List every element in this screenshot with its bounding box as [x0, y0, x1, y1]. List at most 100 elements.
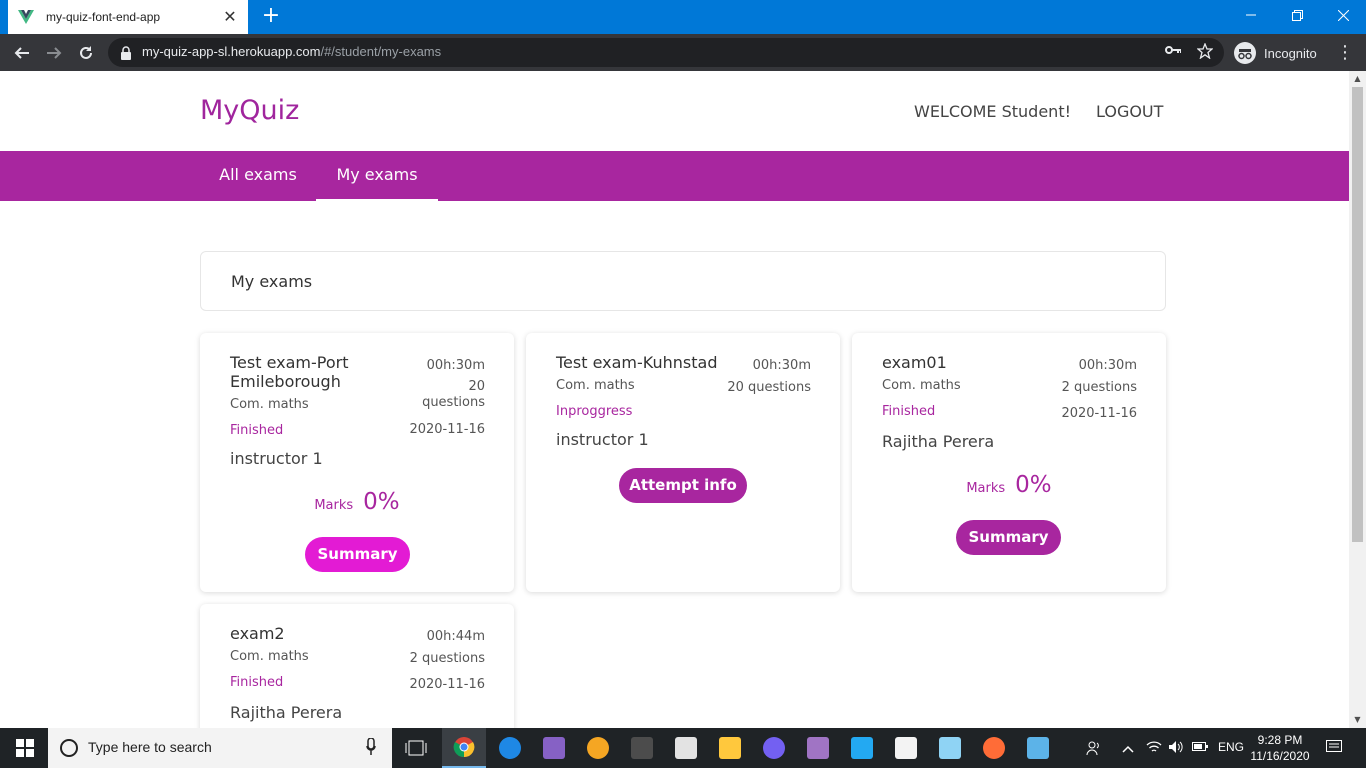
chrome-icon[interactable] — [442, 728, 486, 768]
remote-desktop-icon[interactable] — [1016, 728, 1060, 768]
address-bar[interactable]: my-quiz-app-sl.herokuapp.com/#/student/m… — [108, 38, 1224, 67]
back-arrow-icon[interactable] — [10, 41, 34, 65]
browser-menu-icon[interactable]: ⋮ — [1336, 41, 1354, 65]
microphone-icon[interactable] — [366, 737, 376, 756]
marks-value: 0% — [363, 489, 400, 515]
logout-link[interactable]: LOGOUT — [1096, 102, 1163, 121]
exam-card: exam2 Com. maths Finished Rajitha Perera… — [200, 604, 514, 728]
people-icon[interactable] — [1086, 740, 1102, 759]
tab-all-exams[interactable]: All exams — [200, 151, 316, 201]
exam-question-count: 20 questions — [727, 380, 811, 395]
minimize-button[interactable] — [1228, 0, 1274, 30]
exam-instructor: instructor 1 — [556, 430, 649, 449]
task-view-icon[interactable] — [394, 728, 438, 768]
summary-button[interactable]: Summary — [305, 537, 410, 572]
exam-status: Finished — [230, 423, 284, 438]
exam-title: exam2 — [230, 624, 285, 643]
main-nav: All exams My exams — [0, 151, 1349, 201]
viber-icon[interactable] — [752, 728, 796, 768]
page-scrollbar[interactable]: ▲ ▼ — [1349, 71, 1366, 728]
taskbar-search-box[interactable]: Type here to search — [48, 728, 392, 768]
browser-tab-strip: my-quiz-font-end-app ✕ + — [0, 0, 1366, 34]
settings-gear-icon[interactable] — [576, 728, 620, 768]
attempt-info-button[interactable]: Attempt info — [619, 468, 747, 503]
exam-duration: 00h:30m — [752, 358, 811, 373]
exam-status: Finished — [882, 404, 936, 419]
tab-my-exams[interactable]: My exams — [316, 151, 438, 201]
url-path: /#/student/my-exams — [320, 44, 442, 59]
exam-duration: 00h:44m — [426, 629, 485, 644]
movie-maker-icon[interactable] — [620, 728, 664, 768]
exam-subject: Com. maths — [882, 378, 961, 393]
windows-logo-icon — [16, 739, 34, 757]
exam-marks: Marks 0% — [852, 472, 1166, 498]
vscode-icon[interactable] — [840, 728, 884, 768]
visual-studio-icon[interactable] — [532, 728, 576, 768]
clock-date: 11/16/2020 — [1250, 749, 1310, 763]
notifications-icon[interactable] — [1326, 740, 1342, 757]
exam-question-count: 2 questions — [1061, 380, 1137, 395]
exam-card: Test exam-Kuhnstad Com. maths Inproggres… — [526, 333, 840, 592]
page-content: MyQuiz WELCOME Student! LOGOUT All exams… — [0, 71, 1349, 728]
file-explorer-icon[interactable] — [708, 728, 752, 768]
incognito-icon — [1234, 42, 1256, 64]
marks-label: Marks — [314, 498, 354, 513]
marks-value: 0% — [1015, 472, 1052, 498]
browser-toolbar: my-quiz-app-sl.herokuapp.com/#/student/m… — [0, 34, 1366, 71]
forward-arrow-icon[interactable] — [42, 41, 66, 65]
marks-label: Marks — [966, 481, 1006, 496]
exam-card: exam01 Com. maths Finished Rajitha Perer… — [852, 333, 1166, 592]
key-icon[interactable] — [1164, 43, 1182, 61]
exam-card: Test exam-Port Emileborough Com. maths F… — [200, 333, 514, 592]
summary-button[interactable]: Summary — [956, 520, 1061, 555]
section-title: My exams — [231, 272, 313, 291]
exam-subject: Com. maths — [556, 378, 635, 393]
edge-icon[interactable] — [488, 728, 532, 768]
exam-instructor: instructor 1 — [230, 449, 323, 468]
section-header: My exams — [200, 251, 1166, 311]
clock-time: 9:28 PM — [1257, 733, 1303, 747]
visual-studio-2-icon[interactable] — [796, 728, 840, 768]
exam-duration: 00h:30m — [426, 358, 485, 373]
incognito-indicator[interactable]: Incognito — [1234, 41, 1317, 65]
start-button[interactable] — [0, 728, 48, 768]
search-icon — [60, 739, 78, 757]
chevron-up-icon[interactable] — [1122, 742, 1134, 756]
exam-question-count: 2 questions — [409, 651, 485, 666]
volume-icon[interactable] — [1168, 740, 1184, 757]
exam-duration: 00h:30m — [1078, 358, 1137, 373]
exam-title: Test exam-Port Emileborough — [230, 353, 349, 391]
new-tab-button[interactable]: + — [260, 5, 282, 27]
welcome-text: WELCOME Student! — [914, 102, 1072, 121]
exam-status: Inproggress — [556, 404, 633, 419]
exam-date: 2020-11-16 — [409, 677, 485, 692]
language-indicator[interactable]: ENG — [1218, 740, 1244, 754]
exam-subject: Com. maths — [230, 649, 309, 664]
sticky-notes-icon[interactable] — [884, 728, 928, 768]
vue-logo-icon — [18, 9, 34, 25]
taskbar-clock[interactable]: 9:28 PM 11/16/2020 — [1248, 732, 1312, 764]
scroll-thumb[interactable] — [1352, 87, 1363, 542]
exam-instructor: Rajitha Perera — [230, 703, 343, 722]
battery-icon[interactable] — [1192, 740, 1208, 755]
brand-logo[interactable]: MyQuiz — [200, 95, 299, 126]
lock-icon — [120, 45, 132, 60]
exam-marks: Marks 0% — [200, 489, 514, 515]
scroll-down-arrow-icon[interactable]: ▼ — [1349, 712, 1366, 728]
exam-subject: Com. maths — [230, 397, 309, 412]
search-placeholder: Type here to search — [88, 739, 212, 755]
exam-title: exam01 — [882, 353, 947, 372]
postman-icon[interactable] — [972, 728, 1016, 768]
restore-button[interactable] — [1274, 0, 1320, 30]
exam-instructor: Rajitha Perera — [882, 432, 995, 451]
wifi-icon[interactable] — [1146, 740, 1162, 757]
notepad-icon[interactable] — [928, 728, 972, 768]
reload-icon[interactable] — [74, 41, 98, 65]
browser-tab[interactable]: my-quiz-font-end-app ✕ — [8, 0, 248, 34]
scroll-up-arrow-icon[interactable]: ▲ — [1349, 71, 1366, 87]
tab-close-icon[interactable]: ✕ — [222, 9, 238, 25]
exam-date: 2020-11-16 — [1061, 406, 1137, 421]
bookmark-star-icon[interactable] — [1196, 42, 1214, 61]
close-window-button[interactable] — [1320, 0, 1366, 30]
store-icon[interactable] — [664, 728, 708, 768]
